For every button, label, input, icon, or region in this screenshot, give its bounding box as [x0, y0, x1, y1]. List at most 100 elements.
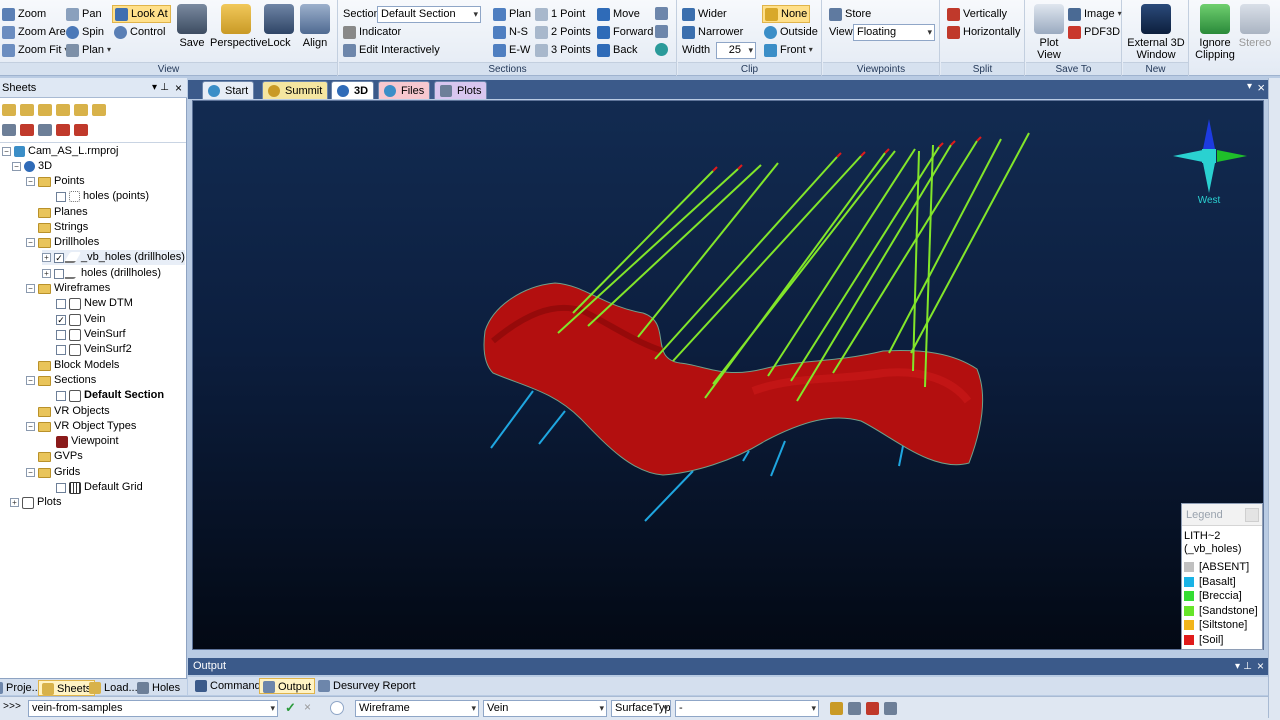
plot-view-button[interactable]: Plot View: [1028, 4, 1070, 61]
tab-plots[interactable]: Plots: [434, 81, 488, 99]
spin-button[interactable]: Spin: [64, 23, 106, 41]
edit-interactively-button[interactable]: Edit Interactively: [341, 41, 442, 59]
attribute-value-select[interactable]: -: [675, 700, 819, 717]
split-vertically-button[interactable]: Vertically: [945, 5, 1009, 23]
tree-tool-icon[interactable]: [92, 104, 106, 116]
panel-menu-icon[interactable]: ▾: [152, 78, 157, 98]
clip-narrower-button[interactable]: Narrower: [680, 23, 745, 41]
save-pdf3d-button[interactable]: PDF3D: [1066, 23, 1122, 41]
attribute-select[interactable]: SurfaceTyp: [611, 700, 671, 717]
legend-header[interactable]: Legend: [1182, 504, 1262, 526]
zoom-area-button[interactable]: Zoom Area: [0, 23, 74, 41]
clip-width-spinner[interactable]: 25: [716, 42, 756, 59]
tree-new-dtm[interactable]: New DTM: [56, 296, 133, 311]
tree-vein[interactable]: ✓ Vein: [56, 312, 105, 327]
tool-icon[interactable]: [830, 702, 843, 715]
split-horizontally-button[interactable]: Horizontally: [945, 23, 1022, 41]
section-move-button[interactable]: Move: [595, 5, 642, 23]
viewpoint-select[interactable]: Floating: [853, 24, 935, 41]
pin-icon[interactable]: ⊥: [160, 78, 169, 98]
section-forward-button[interactable]: Forward: [595, 23, 655, 41]
legend-minimize-icon[interactable]: [1245, 508, 1259, 522]
command-input[interactable]: vein-from-samples: [28, 700, 278, 717]
pan-button[interactable]: Pan: [64, 5, 104, 23]
clip-outside-button[interactable]: Outside: [762, 23, 820, 41]
clip-front-button[interactable]: Front ▾: [762, 41, 815, 59]
control-button[interactable]: Control: [112, 23, 167, 41]
tab-holes[interactable]: Holes: [134, 680, 183, 696]
tree-default-grid[interactable]: Default Grid: [56, 480, 143, 495]
tool-icon[interactable]: [848, 702, 861, 715]
tree-vr-objects[interactable]: VR Objects: [38, 404, 110, 419]
tree-viewpoint[interactable]: Viewpoint: [56, 434, 119, 449]
external-3d-window-button[interactable]: External 3D Window: [1127, 4, 1185, 61]
tab-3d[interactable]: 3D: [331, 81, 375, 99]
tree-tool-icon[interactable]: [20, 104, 34, 116]
perspective-button[interactable]: Perspective: [210, 4, 267, 49]
search-icon[interactable]: [330, 701, 344, 715]
3d-scene[interactable]: [193, 101, 1265, 651]
section-plan-button[interactable]: Plan: [491, 5, 533, 23]
tree-tool-icon[interactable]: [74, 124, 88, 136]
tab-loads[interactable]: Load...: [86, 680, 141, 696]
tree-veinsurf[interactable]: VeinSurf: [56, 327, 126, 342]
tree-tool-icon[interactable]: [74, 104, 88, 116]
tab-output[interactable]: Output: [259, 678, 316, 694]
tab-files[interactable]: Files: [378, 81, 431, 99]
cancel-icon[interactable]: ×: [304, 700, 311, 714]
tabs-menu-icon[interactable]: ▾: [1247, 81, 1252, 92]
section-2-points-button[interactable]: 2 Points: [533, 23, 593, 41]
close-icon[interactable]: ×: [175, 78, 182, 98]
zoom-fit-button[interactable]: Zoom Fit▾: [0, 41, 70, 59]
tree-block-models[interactable]: Block Models: [38, 358, 119, 373]
tree-default-section[interactable]: Default Section: [56, 388, 164, 403]
tree-tool-icon[interactable]: [20, 124, 34, 136]
tab-command[interactable]: Command: [192, 678, 264, 694]
tree-points[interactable]: − Points: [26, 174, 85, 189]
tree-tool-icon[interactable]: [38, 104, 52, 116]
tool-icon[interactable]: [884, 702, 897, 715]
orientation-compass[interactable]: [1173, 119, 1247, 193]
section-1-point-button[interactable]: 1 Point: [533, 5, 587, 23]
tab-start[interactable]: Start: [202, 81, 255, 99]
tree-tool-icon[interactable]: [38, 124, 52, 136]
tree-veinsurf2[interactable]: VeinSurf2: [56, 342, 132, 357]
plan-view-button[interactable]: Plan ▾: [64, 41, 113, 59]
stereo-button[interactable]: Stereo: [1236, 4, 1274, 49]
section-ns-button[interactable]: N-S: [491, 23, 530, 41]
checkbox[interactable]: [56, 390, 66, 401]
clip-none-button[interactable]: None: [762, 5, 811, 23]
section-3-points-button[interactable]: 3 Points: [533, 41, 593, 59]
indicator-button[interactable]: Indicator: [341, 23, 403, 41]
tab-summit[interactable]: Summit: [262, 81, 329, 99]
checkbox-checked[interactable]: ✓: [56, 314, 66, 325]
tree-drillholes[interactable]: − Drillholes: [26, 235, 99, 250]
section-option-icon[interactable]: [655, 7, 668, 20]
panel-menu-icon[interactable]: ▾: [1235, 658, 1240, 675]
tree-vr-object-types[interactable]: − VR Object Types: [26, 419, 136, 434]
tree-vb-holes[interactable]: + ✓ _vb_holes (drillholes): [42, 250, 185, 265]
tree-holes-drillholes[interactable]: + holes (drillholes): [42, 266, 161, 281]
close-icon[interactable]: ×: [1257, 658, 1264, 675]
tree-3d[interactable]: −3D: [12, 159, 52, 174]
tree-tool-icon[interactable]: [2, 104, 16, 116]
zoom-button[interactable]: Zoom: [0, 5, 48, 23]
object-type-select[interactable]: Wireframe: [355, 700, 479, 717]
clip-wider-button[interactable]: Wider: [680, 5, 729, 23]
ignore-clipping-button[interactable]: Ignore Clipping: [1192, 4, 1238, 61]
checkbox[interactable]: [56, 191, 66, 202]
save-image-button[interactable]: Image ▾: [1066, 5, 1124, 23]
section-back-button[interactable]: Back: [595, 41, 639, 59]
close-icon[interactable]: ×: [1257, 80, 1265, 95]
pin-icon[interactable]: ⊥: [1243, 658, 1252, 675]
object-name-select[interactable]: Vein: [483, 700, 607, 717]
tree-holes-points[interactable]: holes (points): [56, 189, 149, 204]
store-viewpoint-button[interactable]: Store: [827, 5, 873, 23]
checkbox[interactable]: [56, 344, 66, 355]
check-icon[interactable]: ✓: [285, 700, 296, 716]
tree-wireframes[interactable]: − Wireframes: [26, 281, 110, 296]
section-ew-button[interactable]: E-W: [491, 41, 532, 59]
tree-project[interactable]: − Cam_AS_L.rmproj: [2, 144, 118, 159]
checkbox-checked[interactable]: ✓: [54, 252, 64, 263]
tree-tool-icon[interactable]: [56, 104, 70, 116]
